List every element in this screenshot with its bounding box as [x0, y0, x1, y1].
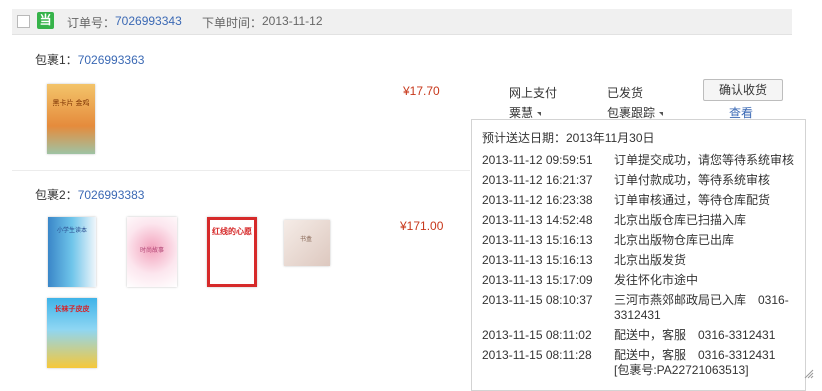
order-select-checkbox[interactable] [17, 15, 30, 28]
resize-handle-icon[interactable] [804, 367, 814, 379]
product-thumbnail[interactable]: 黑卡片 金鸡 [47, 84, 95, 154]
product-thumbnail[interactable]: 时尚故事 [127, 217, 177, 287]
book-cover-title: 小学生读本 [56, 228, 87, 234]
book-cover-title: 长袜子皮皮 [54, 306, 90, 313]
tracking-desc: 订单提交成功，请您等待系统审核 [614, 153, 795, 167]
product-thumbnail[interactable]: 书盒 [284, 220, 330, 266]
package-1-label: 包裹1：7026993363 [35, 51, 144, 68]
order-number-label: 订单号： [67, 16, 116, 30]
order-time-value: 2013-11-12 [262, 14, 323, 28]
tracking-desc: 配送中，客服 0316-3312431 [614, 328, 776, 342]
confirm-receipt-button[interactable]: 确认收货 [703, 79, 783, 101]
payment-method: 网上支付 [509, 86, 558, 100]
tracking-row: 2013-11-15 08:10:37 三河市燕郊邮政局已入库 0316-3312… [482, 293, 794, 323]
tracking-time: 2013-11-15 08:10:37 [482, 293, 593, 307]
tracking-row: 2013-11-15 08:11:02 配送中，客服 0316-3312431 [482, 328, 794, 343]
package-divider [12, 170, 470, 171]
package-2-label: 包裹2：7026993383 [35, 186, 144, 203]
book-cover-title: 黑卡片 金鸡 [52, 100, 90, 107]
recipient-name: 粟慧 [509, 106, 534, 120]
tracking-desc: 订单付款成功，等待系统审核 [614, 173, 771, 187]
product-thumbnail[interactable]: 长袜子皮皮 [47, 298, 97, 368]
package-1-price: ¥17.70 [403, 84, 440, 98]
book-cover-title: 红线的心愿 [212, 227, 252, 236]
tracking-row: 2013-11-13 15:17:09 发往怀化市途中 [482, 273, 794, 288]
order-header: 当 订单号： 7026993343 下单时间： 2013-11-12 [12, 9, 792, 35]
tracking-desc: 配送中，客服 0316-3312431 [包裹号:PA22721063513] [614, 348, 776, 377]
package-tracking-label: 包裹跟踪 [607, 106, 656, 120]
package-2-label-text: 包裹2： [35, 188, 78, 202]
tracking-time: 2013-11-13 14:52:48 [482, 213, 593, 227]
tracking-popup: 预计送达日期：2013年11月30日 2013-11-12 09:59:51 订单… [471, 119, 806, 391]
tracking-desc: 发往怀化市途中 [614, 273, 699, 287]
book-cover-title: 时尚故事 [139, 248, 164, 254]
product-thumbnail[interactable]: 小学生读本 [48, 217, 96, 287]
tracking-time: 2013-11-15 08:11:28 [482, 348, 592, 362]
tracking-time: 2013-11-15 08:11:02 [482, 328, 592, 342]
tracking-time: 2013-11-13 15:16:13 [482, 253, 593, 267]
tracking-desc: 三河市燕郊邮政局已入库 0316-3312431 [614, 293, 789, 322]
package-2-price: ¥171.00 [400, 219, 444, 233]
estimated-delivery: 预计送达日期：2013年11月30日 [482, 131, 655, 145]
tracking-time: 2013-11-12 16:23:38 [482, 193, 593, 207]
tracking-desc: 北京出版物仓库已出库 [614, 233, 735, 247]
tracking-row: 2013-11-13 15:16:13 北京出版发货 [482, 253, 794, 268]
dangdang-logo-icon: 当 [37, 12, 54, 29]
tracking-time: 2013-11-13 15:17:09 [482, 273, 593, 287]
tracking-time: 2013-11-12 16:21:37 [482, 173, 593, 187]
tracking-row: 2013-11-12 16:21:37 订单付款成功，等待系统审核 [482, 173, 794, 188]
order-status: 已发货 [607, 86, 644, 100]
order-number-link[interactable]: 7026993343 [115, 14, 182, 28]
book-cover-title: 书盒 [299, 237, 312, 243]
package-1-label-text: 包裹1： [35, 53, 78, 67]
tracking-time: 2013-11-12 09:59:51 [482, 153, 593, 167]
package-2-id-link[interactable]: 7026993383 [78, 188, 145, 202]
tracking-row: 2013-11-15 08:11:28 配送中，客服 0316-3312431 [… [482, 348, 794, 378]
order-time-label: 下单时间： [202, 16, 263, 30]
tracking-row: 2013-11-13 14:52:48 北京出版仓库已扫描入库 [482, 213, 794, 228]
tracking-row: 2013-11-12 16:23:38 订单审核通过，等待仓库配货 [482, 193, 794, 208]
tracking-desc: 北京出版仓库已扫描入库 [614, 213, 747, 227]
caret-down-icon [659, 111, 664, 116]
tracking-row: 2013-11-12 09:59:51 订单提交成功，请您等待系统审核 [482, 153, 794, 168]
product-thumbnail[interactable]: 红线的心愿 [207, 217, 257, 287]
tracking-row: 2013-11-13 15:16:13 北京出版物仓库已出库 [482, 233, 794, 248]
package-1-id-link[interactable]: 7026993363 [78, 53, 145, 67]
tracking-desc: 订单审核通过，等待仓库配货 [614, 193, 771, 207]
tracking-time: 2013-11-13 15:16:13 [482, 233, 593, 247]
caret-down-icon [537, 111, 542, 116]
tracking-desc: 北京出版发货 [614, 253, 687, 267]
